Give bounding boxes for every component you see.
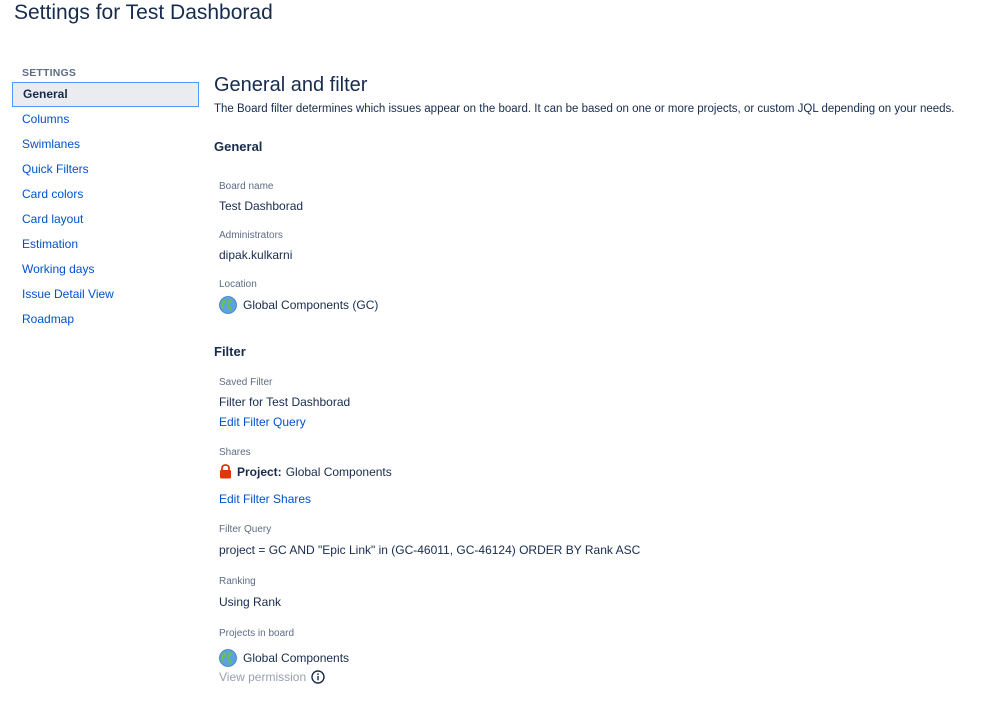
projects-in-board-label: Projects in board xyxy=(219,628,295,639)
saved-filter-label: Saved Filter xyxy=(219,377,273,388)
filter-query-value: project = GC AND "Epic Link" in (GC-4601… xyxy=(219,543,641,557)
sidebar-item-issue-detail-view[interactable]: Issue Detail View xyxy=(12,282,199,307)
location-label: Location xyxy=(219,279,257,290)
info-icon[interactable] xyxy=(311,670,325,684)
shares-project: Global Components xyxy=(285,464,392,479)
edit-filter-query-link[interactable]: Edit Filter Query xyxy=(219,415,306,429)
projects-in-board-value[interactable]: Global Components xyxy=(219,649,349,667)
board-name-label: Board name xyxy=(219,181,274,192)
view-permission-text: View permission xyxy=(219,670,307,684)
sidebar-item-quick-filters[interactable]: Quick Filters xyxy=(12,157,199,182)
general-heading: General xyxy=(214,139,263,154)
sidebar-item-card-layout[interactable]: Card layout xyxy=(12,207,199,232)
sidebar-item-roadmap[interactable]: Roadmap xyxy=(12,307,199,332)
globe-icon xyxy=(219,296,237,314)
main-content: General and filter The Board filter dete… xyxy=(214,72,984,684)
administrators-label: Administrators xyxy=(219,230,283,241)
sidebar-item-swimlanes[interactable]: Swimlanes xyxy=(12,132,199,157)
page-title: Settings for Test Dashborad xyxy=(14,1,273,24)
filter-description: The Board filter determines which issues… xyxy=(214,103,955,115)
shares-type: Project: xyxy=(237,464,282,479)
sidebar-heading: SETTINGS xyxy=(22,67,77,79)
section-title: General and filter xyxy=(214,74,368,96)
view-permission-link[interactable]: View permission xyxy=(219,670,325,684)
location-text: Global Components (GC) xyxy=(243,298,379,312)
sidebar-item-general[interactable]: General xyxy=(12,82,199,107)
shares-label: Shares xyxy=(219,447,251,458)
ranking-value: Using Rank xyxy=(219,595,282,609)
settings-sidebar: SETTINGS General Columns Swimlanes Quick… xyxy=(12,66,199,332)
board-name-value: Test Dashborad xyxy=(219,199,304,213)
lock-icon xyxy=(220,464,231,479)
location-value[interactable]: Global Components (GC) xyxy=(219,296,378,314)
shares-value: Project: Global Components xyxy=(219,464,392,479)
edit-filter-shares-link[interactable]: Edit Filter Shares xyxy=(219,492,311,506)
administrators-value: dipak.kulkarni xyxy=(219,248,293,262)
projects-in-board-text: Global Components xyxy=(243,651,350,665)
globe-icon xyxy=(219,649,237,667)
filter-query-label: Filter Query xyxy=(219,524,272,535)
saved-filter-value: Filter for Test Dashborad xyxy=(219,395,351,409)
sidebar-item-estimation[interactable]: Estimation xyxy=(12,232,199,257)
filter-heading: Filter xyxy=(214,344,246,359)
sidebar-item-card-colors[interactable]: Card colors xyxy=(12,182,199,207)
ranking-label: Ranking xyxy=(219,576,256,587)
sidebar-item-working-days[interactable]: Working days xyxy=(12,257,199,282)
sidebar-item-columns[interactable]: Columns xyxy=(12,107,199,132)
